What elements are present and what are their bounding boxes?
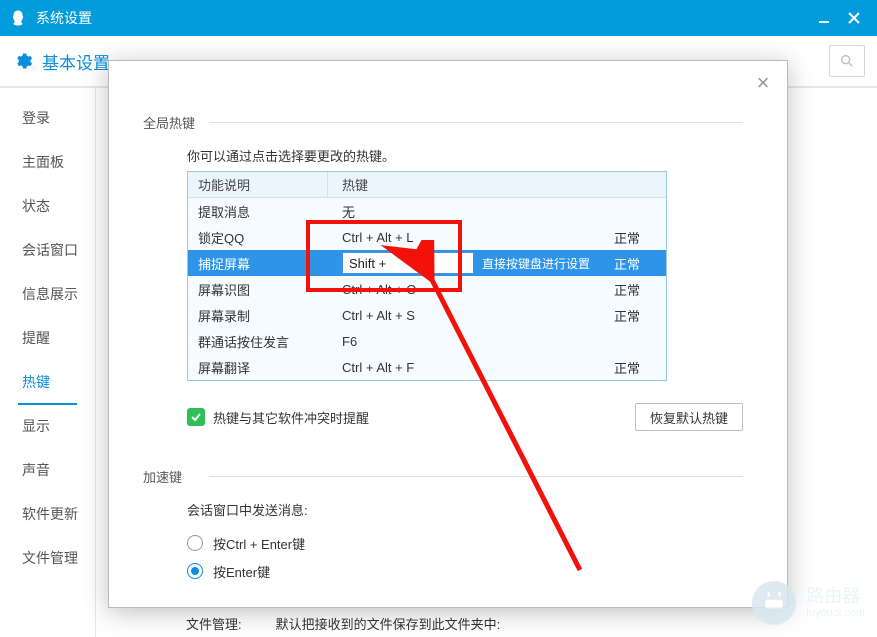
file-mgmt-text: 默认把接收到的文件保存到此文件夹中: [276, 614, 501, 633]
hotkey-row[interactable]: 屏幕录制 Ctrl + Alt + S 正常 [188, 302, 666, 328]
hotkey-row[interactable]: 提取消息 无 [188, 198, 666, 224]
hotkey-row[interactable]: 群通话按住发言 F6 [188, 328, 666, 354]
col-hotkey: 热键 [328, 175, 666, 194]
file-mgmt-row: 文件管理: 默认把接收到的文件保存到此文件夹中: [186, 614, 500, 633]
sidebar-item-hotkeys[interactable]: 热键 [0, 360, 95, 404]
send-msg-label: 会话窗口中发送消息: [187, 500, 743, 519]
sidebar-item-status[interactable]: 状态 [0, 184, 95, 228]
gear-icon [12, 50, 34, 72]
app-logo-icon [8, 8, 28, 28]
settings-sidebar: 登录 主面板 状态 会话窗口 信息展示 提醒 热键 显示 声音 软件更新 文件管… [0, 88, 96, 637]
watermark: 路由器 luyouqi.com [752, 581, 865, 625]
hotkey-edit-input[interactable] [342, 252, 474, 274]
tab-basic-settings[interactable]: 基本设置 [42, 49, 110, 74]
hotkey-settings-modal: × 全局热键 你可以通过点击选择要更改的热键。 功能说明 热键 提取消息 无 锁… [108, 60, 788, 608]
hotkey-table-header: 功能说明 热键 [188, 172, 666, 198]
radio-ctrl-enter[interactable]: 按Ctrl + Enter键 [187, 529, 743, 557]
checkbox-checked-icon [187, 408, 205, 426]
sidebar-item-display[interactable]: 显示 [0, 404, 95, 448]
sidebar-item-mainpanel[interactable]: 主面板 [0, 140, 95, 184]
hotkey-row[interactable]: 屏幕识图 Ctrl + Alt + O 正常 [188, 276, 666, 302]
divider [209, 122, 743, 123]
sidebar-item-infodisplay[interactable]: 信息展示 [0, 272, 95, 316]
sidebar-item-chatwindow[interactable]: 会话窗口 [0, 228, 95, 272]
sidebar-item-update[interactable]: 软件更新 [0, 492, 95, 536]
radio-enter[interactable]: 按Enter键 [187, 557, 743, 585]
file-mgmt-label: 文件管理: [186, 614, 242, 633]
hotkey-edit-hint: 直接按键盘进行设置 [482, 255, 590, 272]
hotkey-desc: 你可以通过点击选择要更改的热键。 [187, 146, 743, 165]
search-input[interactable] [829, 45, 865, 77]
col-function: 功能说明 [188, 172, 328, 197]
sidebar-item-login[interactable]: 登录 [0, 96, 95, 140]
sidebar-item-remind[interactable]: 提醒 [0, 316, 95, 360]
radio-icon [187, 535, 203, 551]
titlebar: 系统设置 [0, 0, 877, 36]
divider [209, 476, 743, 477]
window-title: 系统设置 [36, 8, 92, 28]
hotkey-row-selected[interactable]: 捕捉屏幕 直接按键盘进行设置 正常 [188, 250, 666, 276]
radio-checked-icon [187, 563, 203, 579]
modal-close-button[interactable]: × [751, 71, 775, 95]
restore-default-hotkeys-button[interactable]: 恢复默认热键 [635, 403, 743, 431]
sidebar-item-files[interactable]: 文件管理 [0, 536, 95, 580]
watermark-title: 路由器 [806, 587, 865, 607]
section-accelerator-label: 加速键 [143, 467, 201, 486]
hotkey-row[interactable]: 锁定QQ Ctrl + Alt + L 正常 [188, 224, 666, 250]
watermark-logo-icon [752, 581, 796, 625]
hotkey-table: 功能说明 热键 提取消息 无 锁定QQ Ctrl + Alt + L 正常 捕捉… [187, 171, 667, 381]
sidebar-item-sound[interactable]: 声音 [0, 448, 95, 492]
minimize-button[interactable] [809, 4, 839, 32]
close-button[interactable] [839, 4, 869, 32]
hotkey-row[interactable]: 屏幕翻译 Ctrl + Alt + F 正常 [188, 354, 666, 380]
section-global-hotkeys-label: 全局热键 [143, 113, 201, 132]
watermark-url: luyouqi.com [806, 607, 865, 619]
conflict-checkbox[interactable]: 热键与其它软件冲突时提醒 [187, 408, 369, 427]
